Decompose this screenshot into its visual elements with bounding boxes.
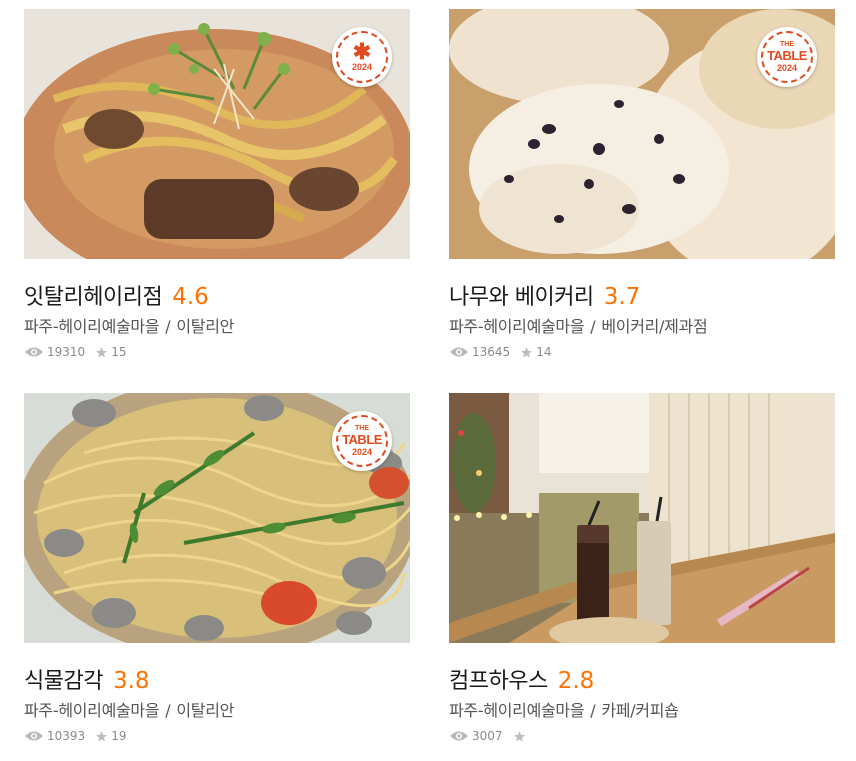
restaurant-location: 파주-헤이리예술마을: [449, 317, 585, 336]
restaurant-photo[interactable]: THE TABLE 2024: [449, 9, 835, 259]
view-count: 13645: [472, 345, 511, 359]
title-row: 나무와 베이커리 3.7: [449, 279, 835, 311]
restaurant-rating: 3.7: [603, 284, 641, 310]
star-icon: [513, 730, 525, 741]
restaurant-photo[interactable]: [449, 393, 835, 643]
restaurant-meta: 파주-헤이리예술마을 / 이탈리안: [24, 697, 410, 721]
badge-year: 2024: [351, 62, 373, 72]
restaurant-card: ✱ 2024 잇탈리헤이리점 4.6 파주-헤이리예술마을 / 이탈리안 19310…: [24, 9, 410, 359]
view-count: 19310: [47, 345, 86, 359]
restaurant-card: THE TABLE 2024 식물감각 3.8 파주-헤이리예술마을 / 이탈리안 …: [24, 393, 410, 743]
restaurant-category: 이탈리안: [176, 317, 235, 336]
eye-icon: [450, 731, 468, 741]
award-badge: ✱ 2024: [332, 27, 392, 87]
eye-icon: [25, 731, 43, 741]
restaurant-name[interactable]: 잇탈리헤이리점: [24, 279, 163, 311]
star-count: 14: [536, 345, 552, 359]
title-row: 컴프하우스 2.8: [449, 663, 835, 695]
restaurant-name[interactable]: 나무와 베이커리: [449, 279, 594, 311]
star-icon: [96, 730, 108, 741]
badge-year: 2024: [351, 447, 373, 457]
restaurant-category: 이탈리안: [176, 701, 235, 720]
restaurant-name[interactable]: 컴프하우스: [449, 663, 548, 695]
restaurant-location: 파주-헤이리예술마을: [24, 701, 160, 720]
restaurant-photo[interactable]: THE TABLE 2024: [24, 393, 410, 643]
badge-the: THE: [780, 41, 794, 48]
meta-separator: /: [165, 317, 171, 336]
restaurant-category: 베이커리/제과점: [601, 317, 708, 336]
badge-table: TABLE: [767, 48, 807, 63]
restaurant-name[interactable]: 식물감각: [24, 663, 103, 695]
restaurant-meta: 파주-헤이리예술마을 / 이탈리안: [24, 313, 410, 337]
restaurant-stats: 10393 19: [24, 729, 410, 743]
award-badge: THE TABLE 2024: [757, 27, 817, 87]
restaurant-stats: 3007: [449, 729, 835, 743]
star-count: 19: [111, 729, 127, 743]
restaurant-location: 파주-헤이리예술마을: [24, 317, 160, 336]
cafe-photo: [449, 393, 835, 643]
star-count: 15: [111, 345, 127, 359]
restaurant-category: 카페/커피숍: [601, 701, 679, 720]
restaurant-rating: 4.6: [172, 284, 209, 310]
restaurant-card: THE TABLE 2024 나무와 베이커리 3.7 파주-헤이리예술마을 / 베…: [449, 9, 835, 359]
restaurant-meta: 파주-헤이리예술마을 / 베이커리/제과점: [449, 313, 835, 337]
title-row: 식물감각 3.8: [24, 663, 410, 695]
badge-year: 2024: [776, 63, 798, 73]
restaurant-stats: 13645 14: [449, 345, 835, 359]
eye-icon: [25, 347, 43, 357]
restaurant-rating: 2.8: [557, 668, 595, 694]
badge-the: THE: [355, 425, 369, 432]
award-badge: THE TABLE 2024: [332, 411, 392, 471]
meta-separator: /: [590, 317, 596, 336]
meta-separator: /: [590, 701, 596, 720]
star-icon: [521, 346, 533, 357]
meta-separator: /: [165, 701, 171, 720]
asterisk-icon: ✱: [352, 39, 372, 64]
view-count: 3007: [472, 729, 503, 743]
restaurant-location: 파주-헤이리예술마을: [449, 701, 585, 720]
restaurant-meta: 파주-헤이리예술마을 / 카페/커피숍: [449, 697, 835, 721]
restaurant-rating: 3.8: [112, 668, 150, 694]
title-row: 잇탈리헤이리점 4.6: [24, 279, 410, 311]
restaurant-photo[interactable]: ✱ 2024: [24, 9, 410, 259]
badge-table: TABLE: [342, 432, 382, 447]
star-icon: [96, 346, 108, 357]
view-count: 10393: [47, 729, 86, 743]
restaurant-card: 컴프하우스 2.8 파주-헤이리예술마을 / 카페/커피숍 3007: [449, 393, 835, 743]
restaurant-stats: 19310 15: [24, 345, 410, 359]
eye-icon: [450, 347, 468, 357]
